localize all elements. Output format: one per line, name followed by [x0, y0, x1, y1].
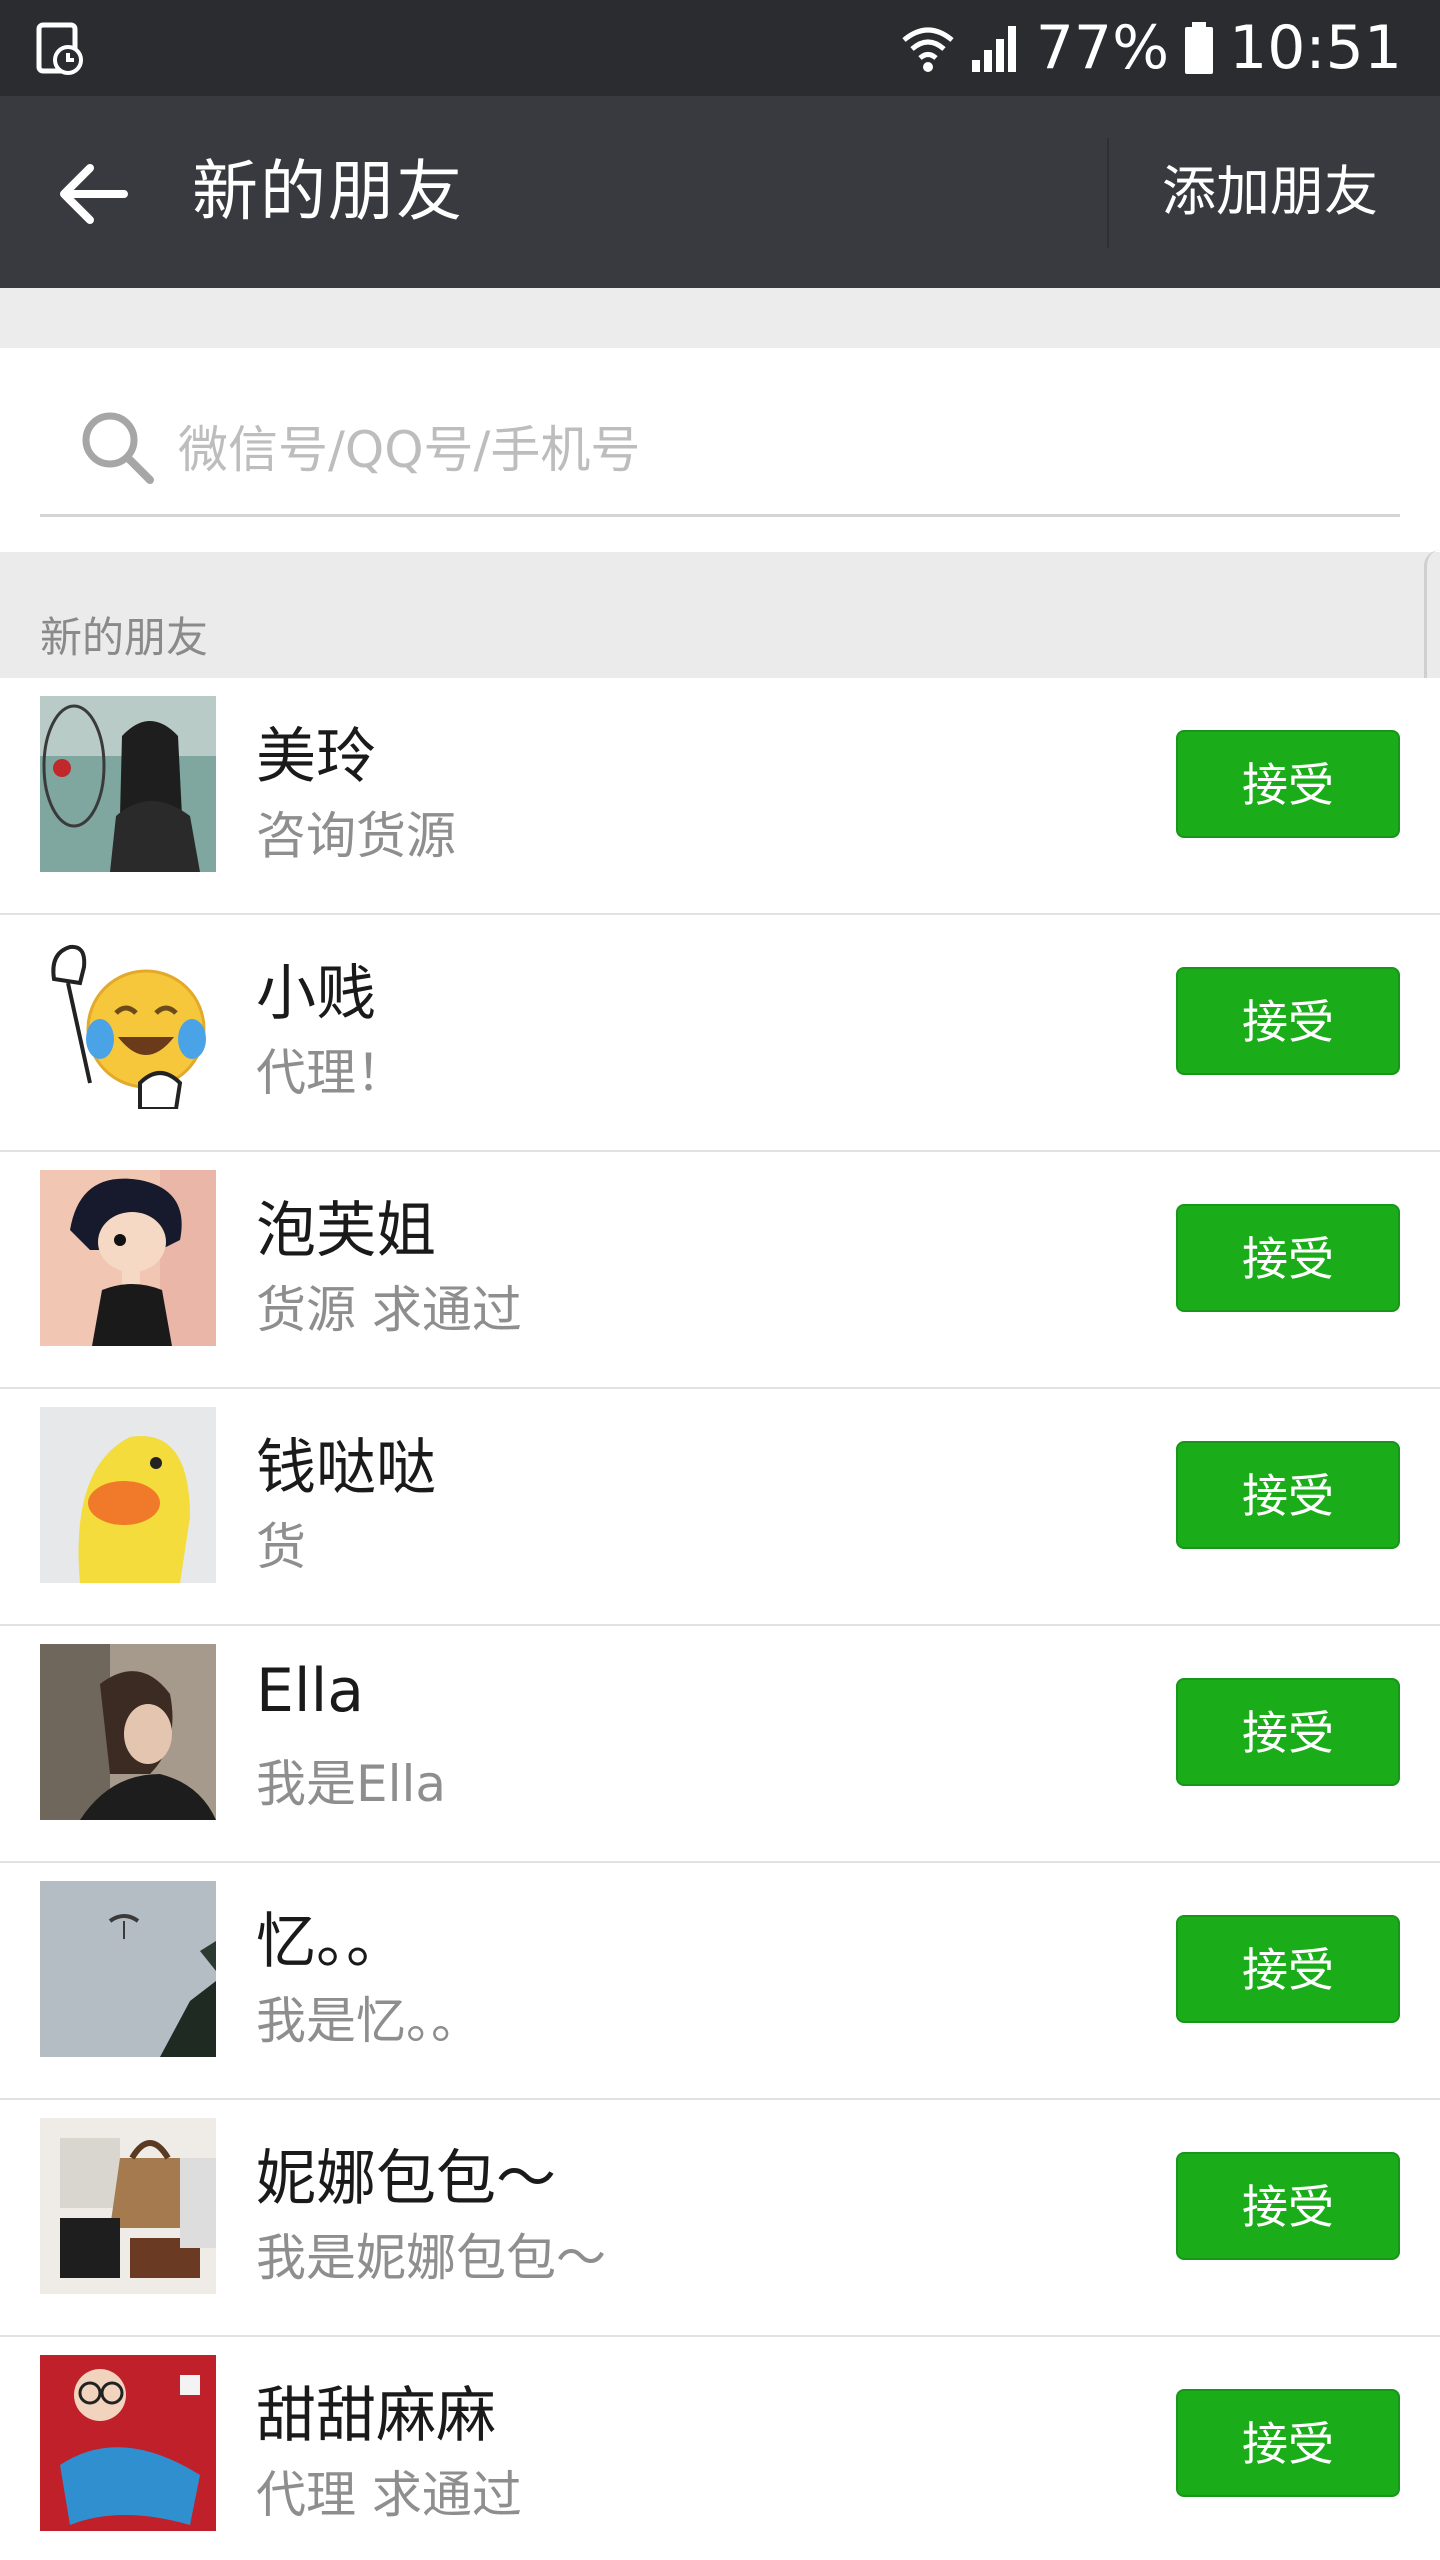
- friend-name: 忆。。: [256, 1907, 406, 1977]
- accept-button[interactable]: 接受: [1176, 967, 1400, 1075]
- section-header-label: 新的朋友: [40, 613, 209, 662]
- add-friend-button[interactable]: 添加朋友: [1162, 96, 1378, 288]
- friend-name: 钱哒哒: [256, 1433, 436, 1503]
- friend-message: 咨询货源: [256, 807, 456, 865]
- status-bar: 77% 10:51: [0, 0, 1440, 96]
- friend-name: 妮娜包包～: [256, 2144, 556, 2214]
- search-bar: [0, 348, 1440, 552]
- avatar[interactable]: [40, 1644, 216, 1820]
- friend-message: 货: [256, 1518, 306, 1576]
- friend-message: 货源 求通过: [256, 1281, 522, 1339]
- friend-message: 我是妮娜包包～: [256, 2229, 606, 2287]
- avatar[interactable]: [40, 2118, 216, 2294]
- list-item[interactable]: 妮娜包包～ 我是妮娜包包～ 接受: [0, 2100, 1440, 2337]
- battery-icon: [1183, 20, 1215, 76]
- page-title: 新的朋友: [192, 153, 464, 230]
- list-item[interactable]: Ella 我是Ella 接受: [0, 1626, 1440, 1863]
- accept-button[interactable]: 接受: [1176, 2152, 1400, 2260]
- avatar[interactable]: [40, 1407, 216, 1583]
- list-item[interactable]: 小贱 代理！ 接受: [0, 915, 1440, 1152]
- spacer-band: [0, 288, 1440, 348]
- list-item[interactable]: 忆。。 我是忆。。 接受: [0, 1863, 1440, 2100]
- accept-button[interactable]: 接受: [1176, 2389, 1400, 2497]
- accept-button[interactable]: 接受: [1176, 730, 1400, 838]
- friend-name: 小贱: [256, 959, 376, 1029]
- friend-name: 泡芙姐: [256, 1196, 436, 1266]
- back-arrow-icon[interactable]: [52, 152, 136, 236]
- app-bar-divider: [1107, 138, 1109, 248]
- accept-button[interactable]: 接受: [1176, 1915, 1400, 2023]
- list-item[interactable]: 钱哒哒 货 接受: [0, 1389, 1440, 1626]
- avatar[interactable]: [40, 696, 216, 872]
- friend-name: Ella: [256, 1656, 365, 1726]
- screen: 77% 10:51 新的朋友 添加朋友 微信号/QQ号/手机号 新的朋友 美玲 …: [0, 0, 1440, 2560]
- list-item[interactable]: 美玲 咨询货源 接受: [0, 678, 1440, 915]
- friend-name: 甜甜麻麻: [256, 2381, 496, 2451]
- list-item[interactable]: 泡芙姐 货源 求通过 接受: [0, 1152, 1440, 1389]
- battery-percent: 77%: [1035, 13, 1170, 83]
- cellular-signal-icon: [970, 22, 1022, 74]
- wifi-icon: [900, 20, 956, 76]
- friend-message: 代理 求通过: [256, 2466, 522, 2524]
- avatar[interactable]: [40, 1170, 216, 1346]
- accept-button[interactable]: 接受: [1176, 1204, 1400, 1312]
- status-icons: 77% 10:51: [900, 0, 1402, 96]
- section-header: 新的朋友: [0, 552, 1440, 678]
- friend-name: 美玲: [256, 722, 376, 792]
- search-icon: [78, 408, 158, 488]
- friend-message: 我是忆。。: [256, 1992, 481, 2050]
- search-underline: [40, 514, 1400, 517]
- search-input[interactable]: [176, 414, 1380, 486]
- app-bar: 新的朋友 添加朋友: [0, 96, 1440, 288]
- clock: 10:51: [1229, 13, 1402, 83]
- accept-button[interactable]: 接受: [1176, 1441, 1400, 1549]
- list-item[interactable]: 甜甜麻麻 代理 求通过 接受: [0, 2337, 1440, 2560]
- avatar[interactable]: [40, 933, 216, 1109]
- screen-recorder-icon: [36, 22, 86, 76]
- friend-request-list: 美玲 咨询货源 接受 小贱 代理！ 接受 泡芙姐 货源 求通过 接受 钱哒哒 货…: [0, 678, 1440, 2560]
- avatar[interactable]: [40, 1881, 216, 2057]
- avatar[interactable]: [40, 2355, 216, 2531]
- friend-message: 代理！: [256, 1044, 406, 1102]
- friend-message: 我是Ella: [256, 1755, 447, 1813]
- accept-button[interactable]: 接受: [1176, 1678, 1400, 1786]
